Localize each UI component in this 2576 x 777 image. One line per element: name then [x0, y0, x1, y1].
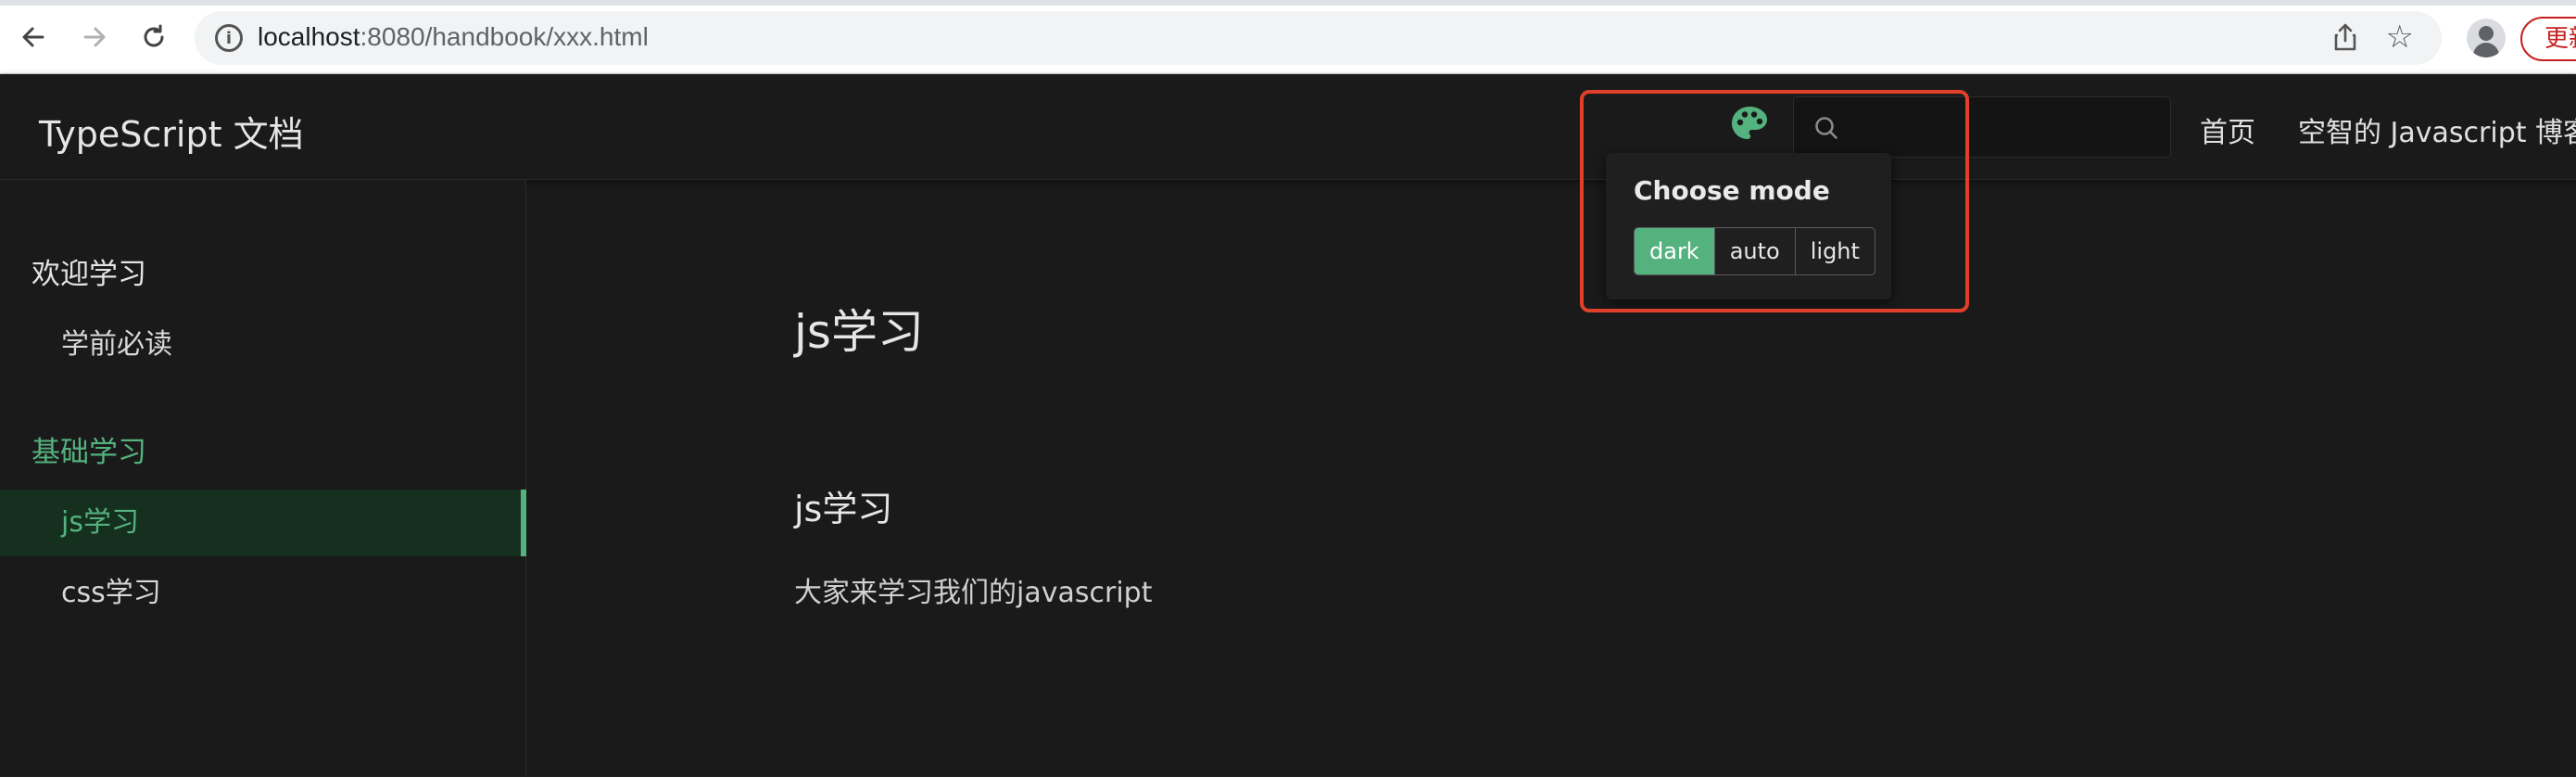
- main-content: js学习 js学习 大家来学习我们的javascript: [527, 180, 2576, 777]
- site-title[interactable]: TypeScript 文档: [39, 106, 304, 157]
- forward-icon[interactable]: [76, 19, 113, 56]
- nav-link-home[interactable]: 首页: [2200, 109, 2255, 150]
- search-icon: [1812, 114, 1840, 142]
- sidebar-item-js[interactable]: js学习: [0, 490, 526, 556]
- url-text[interactable]: localhost:8080/handbook/xxx.html: [258, 22, 649, 52]
- reload-icon[interactable]: [135, 19, 172, 56]
- paragraph-text: 大家来学习我们的javascript: [794, 577, 1153, 609]
- back-icon[interactable]: [15, 19, 52, 56]
- update-button[interactable]: 更新: [2520, 17, 2576, 61]
- tab-strip-edge: [0, 0, 2576, 6]
- sidebar-group-basics[interactable]: 基础学习: [32, 428, 146, 470]
- nav-link-blog[interactable]: 空智的 Javascript 博客: [2298, 109, 2576, 150]
- browser-toolbar: i localhost:8080/handbook/xxx.html ☆ 更新: [0, 0, 2576, 74]
- site-info-icon[interactable]: i: [215, 24, 243, 52]
- palette-icon[interactable]: [1729, 104, 1770, 145]
- page-title: js学习: [794, 305, 924, 359]
- section-heading: js学习: [794, 489, 893, 529]
- sidebar-group-welcome[interactable]: 欢迎学习: [32, 250, 146, 292]
- bookmark-star-icon[interactable]: ☆: [2386, 19, 2414, 56]
- site-header: TypeScript 文档 首页 空智的 Javascript 博客: [0, 74, 2576, 180]
- sidebar-item-prereading[interactable]: 学前必读: [0, 312, 526, 378]
- sidebar-item-css[interactable]: css学习: [0, 560, 526, 627]
- sidebar: 欢迎学习 学前必读 基础学习 js学习 css学习: [0, 180, 526, 777]
- share-icon[interactable]: [2332, 22, 2358, 58]
- address-bar[interactable]: i localhost:8080/handbook/xxx.html ☆: [195, 11, 2442, 65]
- profile-avatar-icon[interactable]: [2467, 19, 2506, 57]
- search-input[interactable]: [1793, 96, 2171, 158]
